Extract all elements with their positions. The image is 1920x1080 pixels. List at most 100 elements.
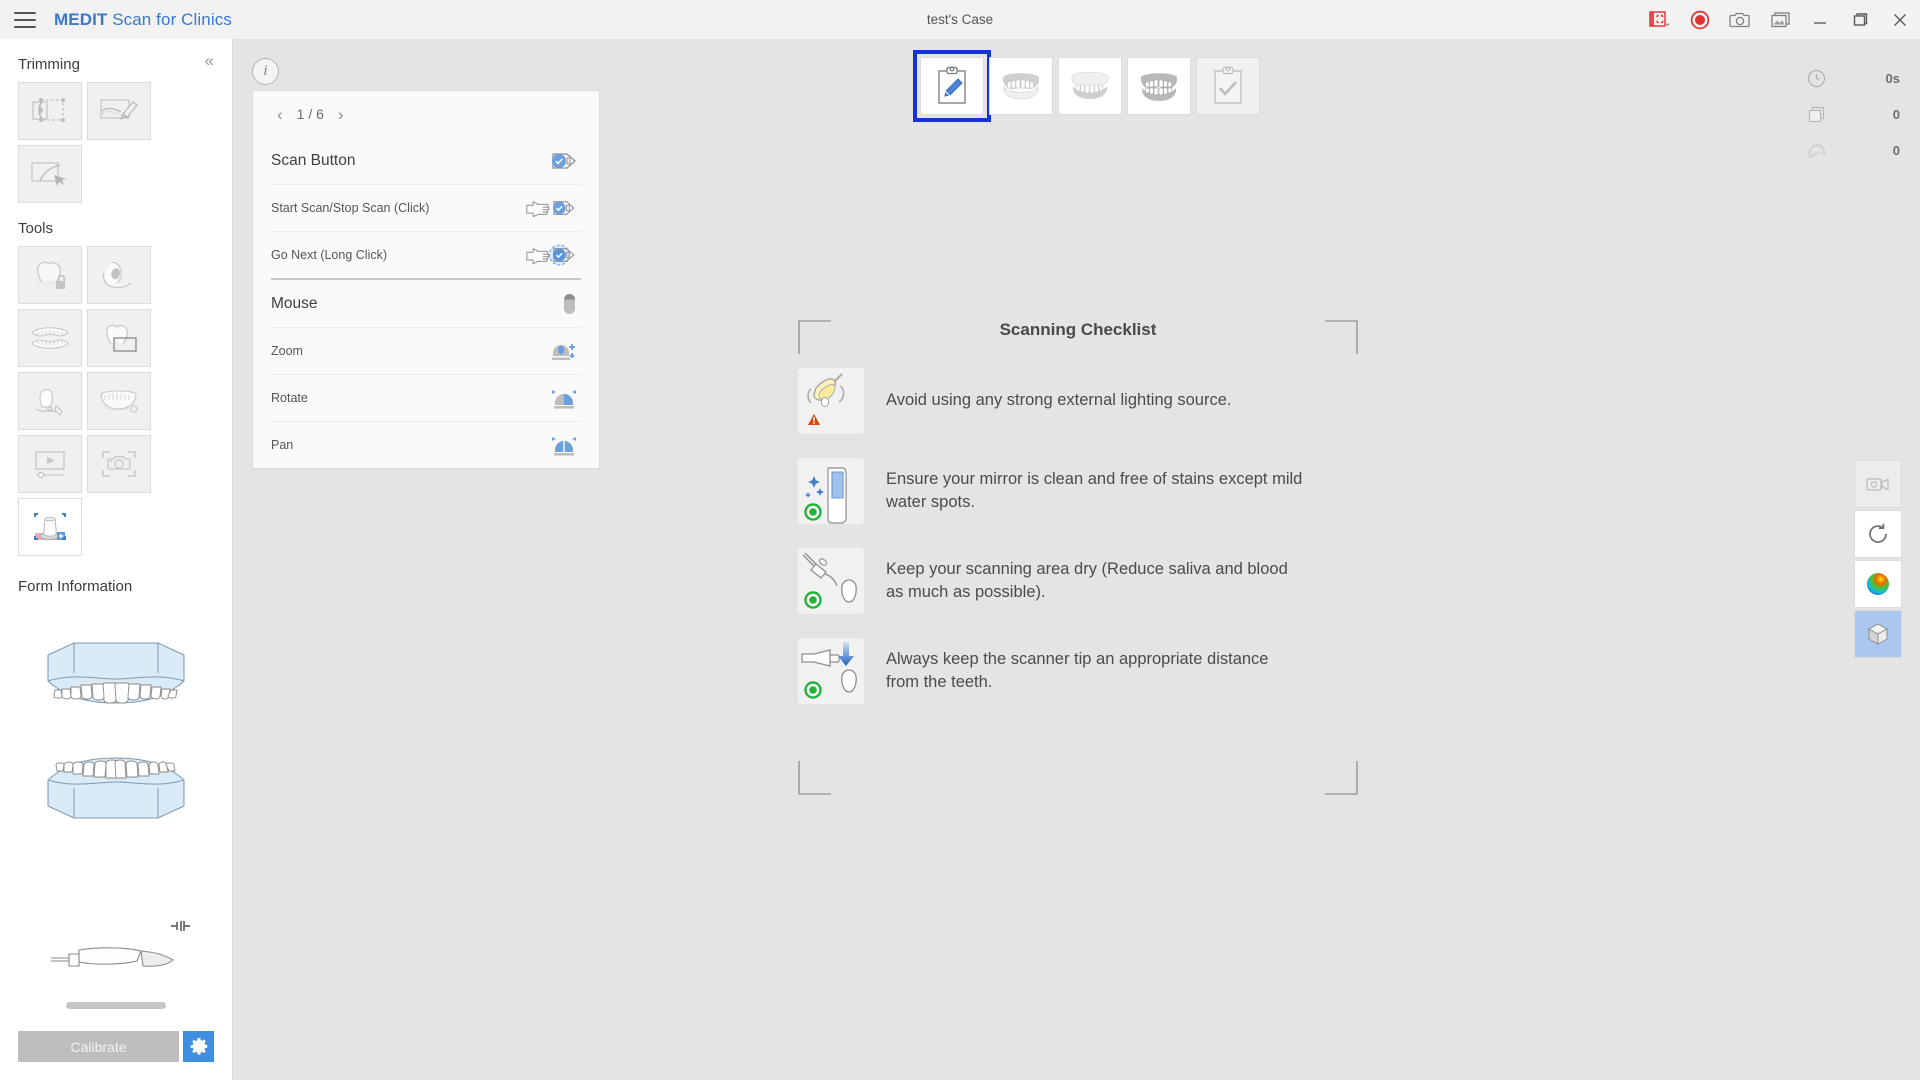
checklist-item-text: Always keep the scanner tip an appropria… [886,649,1269,691]
cube-icon[interactable] [1854,610,1902,658]
scan-status-panel: 0s 0 0 [1796,60,1900,168]
tool-video-playback-icon[interactable] [18,435,82,493]
gallery-icon[interactable] [1760,0,1800,39]
scan-data-count-value: 0 [1892,106,1900,122]
window-controls [1640,0,1920,39]
video-camera-icon[interactable] [1854,460,1902,508]
checklist-item: Avoid using any strong external lighting… [798,368,1358,434]
app-name-rest: Scan for Clinics [107,9,232,29]
checklist-item: Always keep the scanner tip an appropria… [798,638,1358,704]
close-icon[interactable] [1880,0,1920,39]
info-icon[interactable]: i [252,58,279,85]
checklist-item: Keep your scanning area dry (Reduce sali… [798,548,1358,614]
dental-arch-diagram[interactable] [0,633,232,828]
checklist-item: Ensure your mirror is clean and free of … [798,458,1358,524]
collapse-sidebar-button[interactable]: « [205,52,214,69]
tab-lower-jaw[interactable] [1058,57,1122,115]
checklist-item-text: Avoid using any strong external lighting… [886,391,1232,410]
clean-mirror-icon [798,458,864,524]
info-row-label: Start Scan/Stop Scan (Click) [271,201,430,215]
gear-icon[interactable] [183,1031,214,1062]
tab-upper-jaw[interactable] [989,57,1053,115]
form-information-title: Form Information [18,578,133,595]
scan-time-value: 0s [1885,70,1900,86]
screenshot-region-icon[interactable] [1640,0,1680,39]
info-row-label: Rotate [271,391,308,405]
left-sidebar: Trimming « Tools Form Information Calibr… [0,39,233,1080]
tool-full-arch-icon[interactable] [18,309,82,367]
info-row-pan: Pan [271,421,581,468]
tool-measure-icon[interactable] [18,372,82,430]
info-section-header-mouse: Mouse [271,280,581,327]
info-section-header-scan-button: Scan Button [271,137,581,184]
minimize-icon[interactable] [1800,0,1840,39]
info-row-go-next: Go Next (Long Click) [271,231,581,278]
page-indicator: 1 / 6 [296,106,324,122]
mouse-pan-icon [525,431,581,459]
clock-icon [1796,69,1836,88]
hamburger-icon[interactable] [14,11,36,28]
mouse-zoom-icon [525,337,581,365]
next-page-button[interactable]: › [338,106,344,123]
tool-margin-line-icon[interactable] [87,246,151,304]
shortcut-info-panel: ‹ 1 / 6 › Scan Button Start Scan/Stop Sc… [252,90,600,469]
scan-speed-row: 0 [1796,132,1900,168]
scanner-distance-icon [798,638,864,704]
scan-button-icon [525,148,581,174]
tools-grid [0,246,205,556]
tab-confirm[interactable] [1196,57,1260,115]
scanner-calibration-panel: Calibrate [0,908,232,1080]
hand-click-scan-icon [525,195,581,221]
camera-icon[interactable] [1720,0,1760,39]
maximize-icon[interactable] [1840,0,1880,39]
trim-select-box-icon[interactable] [18,82,82,140]
scan-time-row: 0s [1796,60,1900,96]
hand-long-click-scan-icon [525,240,581,270]
scan-stage-tabs [913,50,1260,122]
tool-arch-settings-icon[interactable] [87,372,151,430]
tab-occlusion[interactable] [1127,57,1191,115]
view-tools-toolbar [1854,460,1902,658]
air-syringe-tooth-icon [798,548,864,614]
mouse-rotate-icon [525,384,581,412]
refresh-icon[interactable] [1854,510,1902,558]
scan-speed-value: 0 [1892,142,1900,158]
info-row-label: Go Next (Long Click) [271,248,388,262]
tools-title: Tools [18,220,54,237]
dental-lamp-icon [798,368,864,434]
app-title: MEDIT Scan for Clinics [54,10,232,30]
case-title: test's Case [926,12,994,27]
info-pager: ‹ 1 / 6 › [271,91,581,137]
checklist-title: Scanning Checklist [999,320,1157,339]
layers-icon [1796,105,1836,124]
title-bar: MEDIT Scan for Clinics test's Case [0,0,1920,39]
record-icon[interactable] [1680,0,1720,39]
calibrate-row: Calibrate [0,1031,232,1080]
prev-page-button[interactable]: ‹ [277,106,283,123]
info-section-title: Mouse [271,294,318,312]
scanner-status-bar [66,1002,166,1009]
checklist-item-text: Ensure your mirror is clean and free of … [886,469,1303,511]
info-row-label: Zoom [271,344,303,358]
trimming-title: Trimming [18,56,80,73]
scanner-wand-icon [0,908,232,994]
trim-lasso-icon[interactable] [18,145,82,203]
tab-form[interactable] [913,50,991,122]
calibrate-button[interactable]: Calibrate [18,1031,179,1062]
trimming-header: Trimming « [0,39,232,82]
checklist-item-text: Keep your scanning area dry (Reduce sali… [886,559,1288,601]
tool-lock-tooth-icon[interactable] [18,246,82,304]
info-row-rotate: Rotate [271,374,581,421]
trimming-tool-grid [0,82,205,203]
scan-data-count-row: 0 [1796,96,1900,132]
tool-align-color-icon[interactable] [18,498,82,556]
info-section-title: Scan Button [271,151,356,169]
gauge-icon [1796,141,1836,160]
info-row-label: Pan [271,438,294,452]
mouse-icon [525,290,581,318]
trim-brush-icon[interactable] [87,82,151,140]
color-sphere-icon[interactable] [1854,560,1902,608]
tool-capture-frame-icon[interactable] [87,435,151,493]
tool-crop-box-icon[interactable] [87,309,151,367]
info-row-start-stop-scan: Start Scan/Stop Scan (Click) [271,184,581,231]
